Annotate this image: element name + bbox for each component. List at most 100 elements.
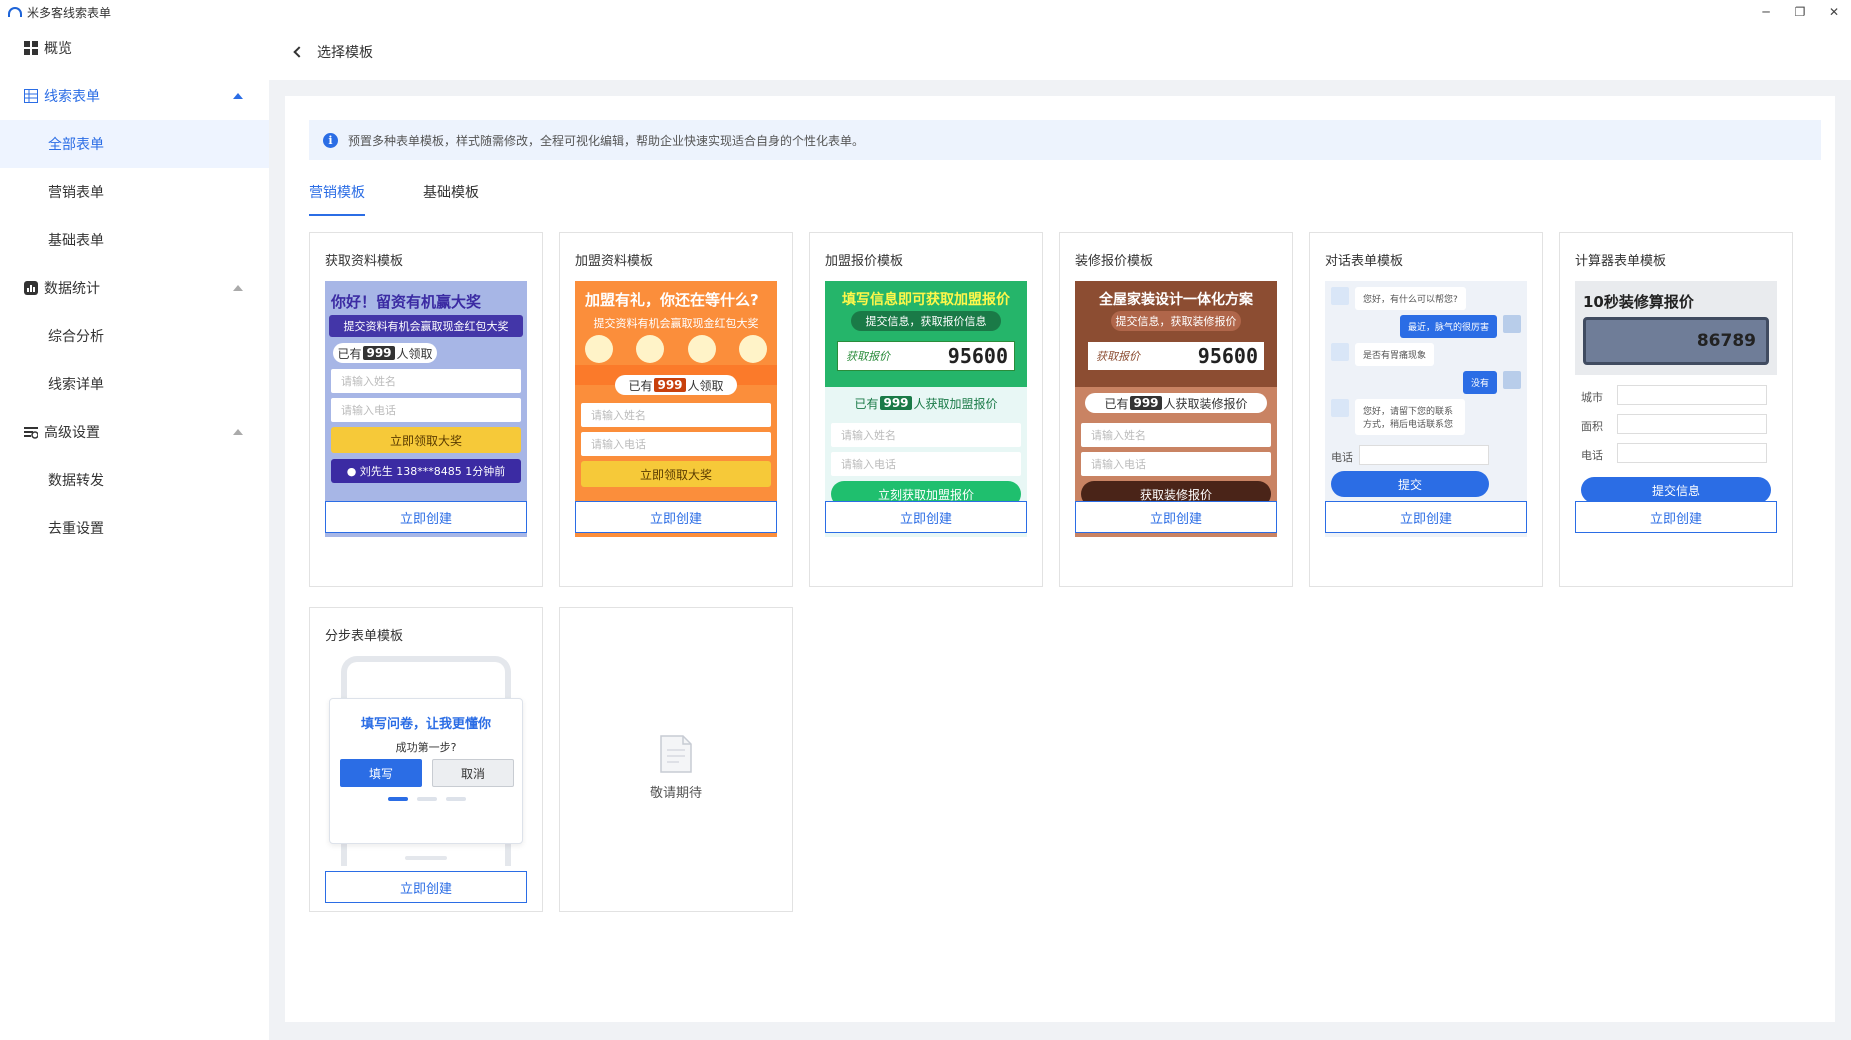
create-button[interactable]: 立即创建 (1575, 501, 1777, 533)
preview-heading: 你好！留资有机赢大奖 (331, 293, 482, 311)
preview-heading: 填写信息即可获取加盟报价 (842, 292, 1010, 308)
preview-subheading: 提交资料有机会赢取现金红包大奖 (329, 315, 523, 337)
template-card: 装修报价模板 全屋家装设计一体化方案 提交信息，获取装修报价 获取报价 95600… (1059, 232, 1293, 587)
preview-phone-input: 请输入电话 (331, 398, 521, 422)
nav-dedupe[interactable]: 去重设置 (0, 504, 269, 552)
tab-basic[interactable]: 基础模板 (423, 168, 479, 216)
step-indicator (417, 797, 437, 801)
minimize-button[interactable]: ─ (1749, 0, 1783, 24)
back-arrow-icon[interactable] (293, 46, 305, 58)
template-card: 计算器表单模板 10秒装修算报价 86789 城市 面积 电话 提交信息 立即创… (1559, 232, 1793, 587)
sidebar: 概览 线索表单 全部表单 营销表单 基础表单 数据统计 综合分析 线索详单 高级… (0, 24, 269, 1040)
nav-basic-forms[interactable]: 基础表单 (0, 216, 269, 264)
preview-count-pill: 已有 999 人获取装修报价 (1085, 393, 1267, 413)
info-notice: i 预置多种表单模板，样式随需修改，全程可视化编辑，帮助企业快速实现适合自身的个… (309, 120, 1821, 160)
create-button[interactable]: 立即创建 (575, 501, 777, 533)
coming-soon-text: 敬请期待 (649, 786, 702, 801)
preview-count-pill: 已有 999 人领取 (333, 343, 437, 363)
preview-count-pill: 已有 999 人获取加盟报价 (854, 396, 998, 411)
preview-ticker: ● 刘先生 138***8485 1分钟前 (331, 459, 521, 483)
stats-icon (24, 281, 38, 295)
preview-number-box: 获取报价 95600 (837, 341, 1015, 371)
chat-bubble: 您好，有什么可以帮您? (1355, 287, 1466, 310)
card-title: 装修报价模板 (1075, 254, 1154, 269)
card-title: 对话表单模板 (1325, 254, 1404, 269)
title-bar: 米多客线索表单 ─ ❐ ✕ (0, 0, 1851, 24)
coming-soon-card: 敬请期待 (559, 607, 793, 912)
dialog-subheading: 成功第一步? (395, 741, 457, 754)
nav-advanced[interactable]: 高级设置 (0, 408, 269, 456)
preview-phone-input: 请输入电话 (831, 452, 1021, 476)
preview-input (1617, 443, 1767, 463)
chat-bubble: 没有 (1462, 371, 1497, 394)
nav-overview[interactable]: 概览 (0, 24, 269, 72)
preview-heading: 10秒装修算报价 (1583, 293, 1694, 311)
nav-marketing-forms[interactable]: 营销表单 (0, 168, 269, 216)
nav-label: 线索表单 (44, 89, 100, 105)
dialog-heading: 填写问卷，让我更懂你 (360, 717, 491, 732)
preview-cta: 立即领取大奖 (581, 461, 771, 487)
preview-cta: 提交 (1331, 471, 1489, 497)
preview-input (1617, 414, 1767, 434)
template-preview: 您好，有什么可以帮您? 最近，脉气的很厉害 是否有胃痛现象 没有 您好，请留下您… (1325, 281, 1527, 537)
template-preview: 你好！留资有机赢大奖 提交资料有机会赢取现金红包大奖 已有 999 人领取 请输入姓… (325, 281, 527, 537)
card-title: 获取资料模板 (325, 254, 404, 269)
form-table-icon (24, 89, 38, 103)
preview-gift-icons (585, 335, 767, 363)
template-card: 获取资料模板 你好！留资有机赢大奖 提交资料有机会赢取现金红包大奖 已有 999 人… (309, 232, 543, 587)
chat-bubble: 最近，脉气的很厉害 (1399, 315, 1497, 338)
preview-name-input: 请输入姓名 (581, 403, 771, 427)
agent-avatar-icon (1331, 399, 1349, 417)
chat-bubble: 是否有胃痛现象 (1355, 343, 1435, 366)
create-button[interactable]: 立即创建 (325, 501, 527, 533)
chevron-up-icon (233, 93, 243, 99)
preview-field-label: 电话 (1581, 449, 1603, 462)
user-avatar-icon (1503, 315, 1521, 333)
preview-name-input: 请输入姓名 (831, 423, 1021, 447)
card-title: 加盟资料模板 (575, 254, 654, 269)
template-preview: 填写问卷，让我更懂你 成功第一步? 填写 取消 (325, 656, 527, 866)
notice-text: 预置多种表单模板，样式随需修改，全程可视化编辑，帮助企业快速实现适合自身的个性化… (348, 133, 865, 148)
create-button[interactable]: 立即创建 (325, 871, 527, 903)
nav-forward[interactable]: 数据转发 (0, 456, 269, 504)
create-button[interactable]: 立即创建 (825, 501, 1027, 533)
preview-phone-input: 请输入电话 (581, 432, 771, 456)
page-header: 选择模板 (269, 24, 1851, 80)
nav-lead-detail[interactable]: 线索详单 (0, 360, 269, 408)
preview-field-label: 城市 (1581, 391, 1603, 404)
preview-input (1617, 385, 1767, 405)
preview-phone-input: 请输入电话 (1081, 452, 1271, 476)
preview-subheading: 提交资料有机会赢取现金红包大奖 (593, 317, 759, 330)
close-button[interactable]: ✕ (1817, 0, 1851, 24)
preview-heading: 加盟有礼，你还在等什么? (585, 291, 759, 309)
create-button[interactable]: 立即创建 (1075, 501, 1277, 533)
chevron-up-icon (233, 429, 243, 435)
preview-phone-input (1359, 445, 1489, 465)
create-button[interactable]: 立即创建 (1325, 501, 1527, 533)
restore-button[interactable]: ❐ (1783, 0, 1817, 24)
preview-subheading: 提交信息，获取装修报价 (1111, 311, 1241, 331)
template-tabs: 营销模板 基础模板 (309, 168, 537, 216)
dashboard-icon (24, 41, 38, 55)
tab-marketing[interactable]: 营销模板 (309, 168, 365, 216)
preview-cta: 提交信息 (1581, 477, 1771, 503)
preview-subheading: 提交信息，获取报价信息 (851, 311, 1001, 331)
preview-number-display: 86789 (1583, 317, 1769, 365)
template-preview: 全屋家装设计一体化方案 提交信息，获取装修报价 获取报价 95600 已有 999 人… (1075, 281, 1277, 537)
preview-name-input: 请输入姓名 (1081, 423, 1271, 447)
preview-cancel-button: 取消 (432, 759, 514, 787)
nav-data-stats[interactable]: 数据统计 (0, 264, 269, 312)
preview-heading: 全屋家装设计一体化方案 (1099, 292, 1253, 308)
nav-all-forms[interactable]: 全部表单 (0, 120, 269, 168)
template-preview: 10秒装修算报价 86789 城市 面积 电话 提交信息 (1575, 281, 1777, 537)
nav-lead-forms[interactable]: 线索表单 (0, 72, 269, 120)
nav-comprehensive[interactable]: 综合分析 (0, 312, 269, 360)
preview-fill-button: 填写 (340, 759, 422, 787)
page-title: 选择模板 (317, 45, 373, 61)
template-preview: 加盟有礼，你还在等什么? 提交资料有机会赢取现金红包大奖 已有 999 人领取 请输… (575, 281, 777, 537)
step-indicator (446, 797, 466, 801)
preview-cta: 立即领取大奖 (331, 427, 521, 453)
nav-label: 数据统计 (44, 281, 100, 297)
user-avatar-icon (1503, 371, 1521, 389)
chevron-up-icon (233, 285, 243, 291)
